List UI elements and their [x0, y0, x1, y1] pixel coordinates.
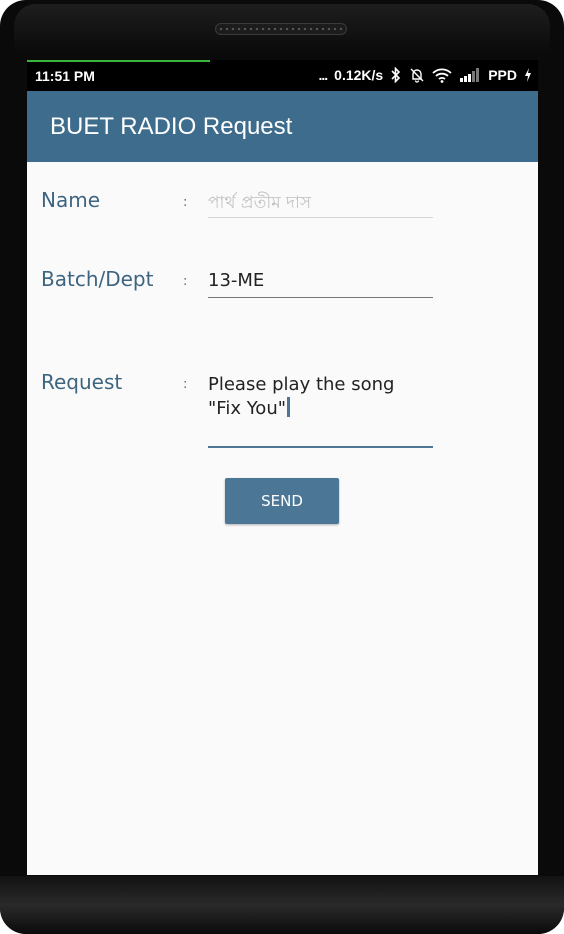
batch-value: 13-ME: [208, 270, 265, 291]
network-activity-indicator: [27, 60, 210, 62]
wifi-icon: [432, 68, 452, 83]
bluetooth-icon: [390, 67, 402, 83]
request-underline: [208, 446, 433, 448]
batch-label: Batch/Dept: [41, 267, 154, 291]
name-label: Name: [41, 188, 101, 212]
batch-underline: [208, 297, 433, 298]
status-dots: ...: [318, 67, 328, 83]
request-text-line-2-value: "Fix You": [208, 398, 287, 419]
send-button[interactable]: SEND: [225, 478, 339, 524]
alarm-off-icon: [409, 67, 425, 83]
carrier-name: PPD: [488, 67, 517, 83]
batch-separator: :: [183, 274, 188, 289]
request-form: Name : পার্থ প্রতীম দাস Batch/Dept : 13-…: [27, 162, 538, 875]
phone-bottom-bezel: [0, 876, 564, 934]
request-text-line-2: "Fix You": [208, 397, 433, 421]
signal-icon: [459, 68, 481, 82]
name-input[interactable]: পার্থ প্রতীম দাস: [208, 188, 433, 218]
name-separator: :: [183, 195, 188, 210]
app-bar: BUET RADIO Request: [27, 91, 538, 162]
request-label: Request: [41, 370, 123, 394]
charging-icon: [524, 68, 532, 82]
status-time: 11:51 PM: [35, 68, 95, 84]
status-bar: 11:51 PM ... 0.12K/s PPD: [27, 60, 538, 91]
speaker-grille: [215, 23, 347, 35]
app-title: BUET RADIO Request: [50, 113, 293, 140]
request-text: Please play the song "Fix You": [208, 373, 433, 421]
device-screen: 11:51 PM ... 0.12K/s PPD BUET RADIO Requ…: [27, 60, 538, 875]
name-underline: [208, 217, 433, 218]
phone-frame: 11:51 PM ... 0.12K/s PPD BUET RADIO Requ…: [0, 0, 564, 934]
text-cursor: [287, 397, 291, 417]
status-icons: ... 0.12K/s PPD: [318, 67, 532, 83]
name-placeholder: পার্থ প্রতীম দাস: [208, 193, 312, 213]
request-input[interactable]: Please play the song "Fix You": [208, 373, 433, 451]
request-separator: :: [183, 377, 188, 392]
request-text-line-1: Please play the song: [208, 374, 395, 395]
net-speed: 0.12K/s: [334, 67, 384, 83]
batch-dept-input[interactable]: 13-ME: [208, 269, 433, 299]
